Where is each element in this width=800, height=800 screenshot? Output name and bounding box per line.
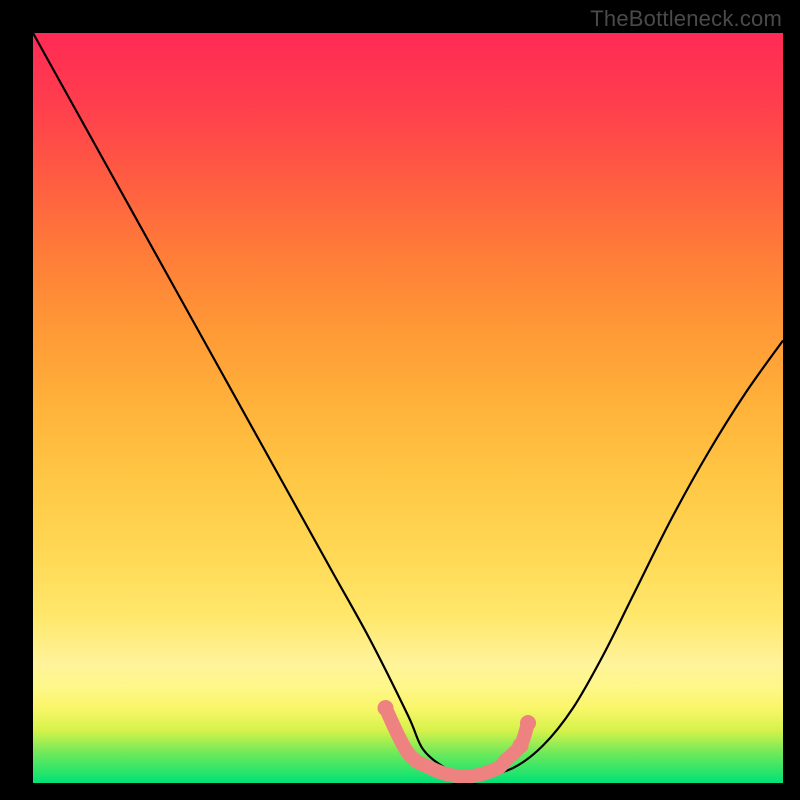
curve-path [33,33,783,776]
marker-sausage [386,708,529,776]
curve-markers [378,700,537,776]
plot-area [33,33,783,783]
marker-dot [513,738,529,754]
marker-dot [520,715,536,731]
chart-frame: TheBottleneck.com [0,0,800,800]
bottleneck-curve [33,33,783,783]
watermark-text: TheBottleneck.com [590,6,782,32]
marker-dot [378,700,394,716]
